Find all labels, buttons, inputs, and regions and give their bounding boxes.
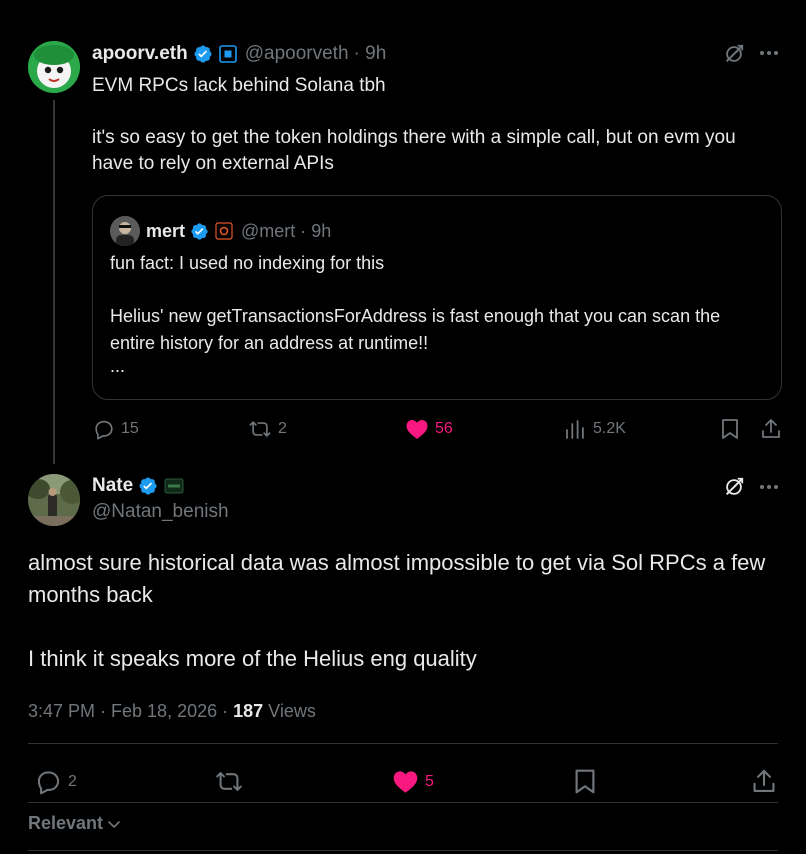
verified-badge-icon <box>138 476 158 496</box>
bookmark-icon <box>573 768 597 795</box>
chevron-down-icon <box>107 817 121 831</box>
sort-dropdown[interactable]: Relevant <box>28 813 121 834</box>
reply-icon <box>35 768 62 795</box>
share-button[interactable] <box>760 418 782 440</box>
share-icon <box>751 768 777 795</box>
views-button[interactable]: 5.2K <box>565 418 626 440</box>
verified-badge-icon <box>193 44 213 64</box>
bookmark-button[interactable] <box>720 418 740 440</box>
bookmark-icon <box>720 418 740 440</box>
like-count: 5 <box>425 772 434 790</box>
quote-author-name: mert <box>146 220 186 241</box>
share-icon <box>760 418 782 440</box>
parent-tweet-header: apoorv.eth @apoorveth · 9h <box>92 42 386 66</box>
quote-text-line: fun fact: I used no indexing for this <box>110 253 385 273</box>
quote-text: fun fact: I used no indexing for this He… <box>110 250 760 375</box>
more-icon[interactable] <box>759 50 779 56</box>
like-button[interactable]: 56 <box>405 418 453 440</box>
quoted-tweet-card[interactable]: mert @mert · 9h fun fact: I used no inde… <box>92 195 782 400</box>
repost-button[interactable] <box>215 768 243 795</box>
reply-author-name[interactable]: Nate <box>92 475 133 497</box>
parent-tweet-text: EVM RPCs lack behind Solana tbh it's so … <box>92 73 782 177</box>
timestamp[interactable]: 3:47 PM · Feb 18, 2026 · <box>28 701 233 721</box>
mert-avatar <box>110 216 140 246</box>
like-button[interactable]: 5 <box>392 769 434 794</box>
thread-line <box>53 100 55 464</box>
affiliate-badge-icon <box>218 45 237 63</box>
divider <box>28 743 778 744</box>
heart-icon <box>392 769 419 794</box>
views-icon <box>565 418 587 440</box>
tweet-time[interactable]: · 9h <box>354 43 387 65</box>
heart-icon <box>405 418 429 440</box>
more-icon[interactable] <box>759 484 779 490</box>
repost-button[interactable]: 2 <box>248 418 287 440</box>
grok-icon[interactable] <box>723 43 745 65</box>
sort-label: Relevant <box>28 813 104 833</box>
verified-badge-icon <box>190 222 209 241</box>
tweet-meta: 3:47 PM · Feb 18, 2026 · 187 Views <box>28 701 316 722</box>
repost-count: 2 <box>278 420 287 437</box>
share-button[interactable] <box>751 768 777 795</box>
helius-badge-icon <box>215 222 233 240</box>
quote-author-handle: @mert <box>241 220 296 241</box>
views-total: 187 <box>233 701 264 721</box>
quote-time: · 9h <box>300 220 332 241</box>
tweet-text-line: EVM RPCs lack behind Solana tbh <box>92 75 386 96</box>
grok-icon[interactable] <box>723 476 745 498</box>
reply-count: 2 <box>68 772 77 790</box>
divider <box>28 850 778 851</box>
repost-icon <box>215 768 243 795</box>
quote-ellipsis: ... <box>110 356 126 376</box>
reply-text: almost sure historical data was almost i… <box>28 547 778 675</box>
views-label: Views <box>263 701 316 721</box>
nate-avatar[interactable] <box>28 474 80 526</box>
apoorv-avatar[interactable] <box>28 41 80 93</box>
views-count: 5.2K <box>593 420 626 437</box>
bookmark-button[interactable] <box>573 768 597 795</box>
quote-text-line: Helius' new getTransactionsForAddress is… <box>110 306 721 353</box>
reply-icon <box>93 418 115 440</box>
reply-button[interactable]: 2 <box>35 768 77 795</box>
tweet-text-line: it's so easy to get the token holdings t… <box>92 127 736 174</box>
reply-count: 15 <box>121 420 139 437</box>
quote-header: mert @mert · 9h <box>110 216 331 246</box>
divider <box>28 802 778 803</box>
author-handle[interactable]: @apoorveth <box>245 43 349 65</box>
reply-button[interactable]: 15 <box>93 418 139 440</box>
affiliate-badge-icon <box>164 477 184 495</box>
reply-author-handle[interactable]: @Natan_benish <box>92 501 229 523</box>
reply-text-line: almost sure historical data was almost i… <box>28 550 766 607</box>
repost-icon <box>248 418 272 440</box>
like-count: 56 <box>435 420 453 437</box>
reply-header: Nate <box>92 475 184 497</box>
reply-text-line: I think it speaks more of the Helius eng… <box>28 646 477 671</box>
author-name[interactable]: apoorv.eth <box>92 43 188 65</box>
